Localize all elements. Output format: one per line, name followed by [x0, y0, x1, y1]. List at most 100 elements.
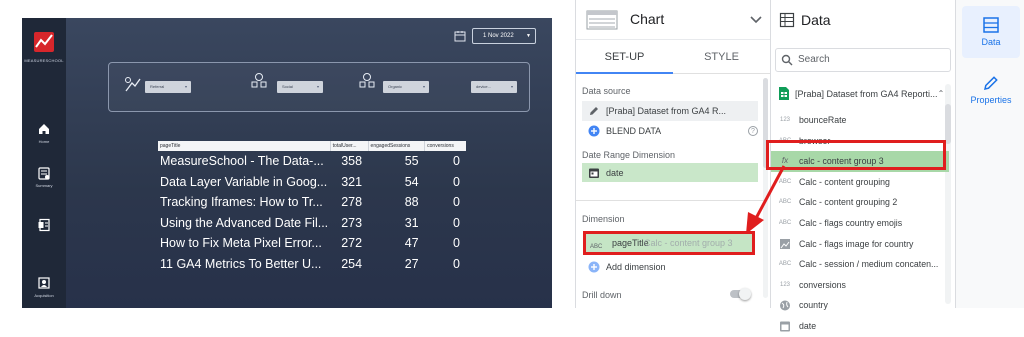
table-chart-icon — [586, 10, 618, 30]
pencil-icon — [984, 76, 998, 90]
data-panel-title: Data — [801, 12, 831, 28]
number-type-icon: 123 — [779, 117, 790, 123]
data-source-expander[interactable]: [Praba] Dataset from GA4 Reporti... ⌃⌄ — [777, 84, 953, 104]
chart-panel-title: Chart — [630, 11, 665, 27]
nav-item-acquisition[interactable]: Acquisition — [22, 276, 66, 298]
column-header[interactable]: totalUser... — [330, 141, 369, 151]
filter-referral[interactable]: Referral ▾ — [145, 81, 191, 93]
cell-conversions: 0 — [453, 154, 460, 169]
tab-setup[interactable]: SET-UP — [576, 40, 673, 74]
nav-label: Home — [38, 139, 50, 144]
chart-setup-panel: Chart SET-UP STYLE Data source [Praba] D… — [575, 0, 771, 308]
field-item[interactable]: date — [771, 316, 949, 337]
blend-data-button[interactable]: BLEND DATA — [582, 121, 758, 141]
cell-total-users: 278 — [341, 195, 363, 210]
cell-total-users: 272 — [341, 236, 363, 251]
drill-down-label: Drill down — [582, 290, 622, 300]
cell-page-title: Tracking Iframes: How to Tr... — [160, 195, 323, 210]
date-range-control[interactable]: 1 Nov 2022 ▼ — [472, 28, 536, 44]
data-table-icon — [983, 17, 999, 33]
dimension-drag-ghost: Calc - content group 3 — [644, 238, 733, 248]
rail-properties-button[interactable]: Properties — [962, 64, 1020, 116]
drill-down-toggle[interactable] — [730, 288, 751, 300]
image-type-icon — [780, 238, 790, 249]
cell-engaged-sessions: 54 — [404, 174, 419, 189]
help-icon[interactable]: ? — [748, 126, 758, 136]
chevron-down-icon: ▾ — [184, 84, 187, 89]
report-nav: MEASURESCHOOL Home Summary Acquisition — [22, 18, 66, 308]
chevron-down-icon[interactable] — [749, 12, 763, 26]
table-row[interactable]: Tracking Iframes: How to Tr... 278 88 0 — [158, 192, 466, 213]
field-item[interactable]: ABC Calc - flags country emojis — [771, 213, 949, 234]
highlight-box — [766, 140, 946, 170]
filter-social[interactable]: Social ▾ — [277, 81, 323, 93]
column-header[interactable]: pageTitle — [158, 141, 331, 151]
column-header[interactable]: conversions — [424, 141, 466, 151]
table-row[interactable]: MeasureSchool - The Data-... 358 55 0 — [158, 151, 466, 172]
rail-data-button[interactable]: Data — [962, 6, 1020, 58]
chart-panel-tabs: SET-UP STYLE — [576, 40, 771, 74]
sheets-icon — [779, 87, 789, 100]
number-type-icon: 123 — [779, 281, 790, 288]
cell-engaged-sessions: 88 — [404, 195, 419, 210]
nav-label: Acquisition — [34, 293, 54, 298]
field-item[interactable]: ABC Calc - content grouping 2 — [771, 192, 949, 213]
field-item[interactable]: ABC Calc - session / medium concaten... — [771, 254, 949, 275]
summary-icon — [38, 167, 50, 180]
cell-engaged-sessions: 31 — [404, 215, 419, 230]
field-item[interactable]: country — [771, 295, 949, 316]
text-type-icon: ABC — [590, 244, 603, 250]
nav-item-home[interactable]: Home — [22, 122, 66, 144]
cell-total-users: 273 — [341, 215, 363, 230]
table-header-row: pageTitle totalUser... engagedSessions c… — [158, 141, 466, 151]
field-item[interactable]: 123 conversions — [771, 275, 949, 296]
text-type-icon: ABC — [778, 261, 792, 268]
cell-engaged-sessions: 55 — [404, 154, 419, 169]
filter-device[interactable]: device... ▾ — [471, 81, 517, 93]
table-row[interactable]: Using the Advanced Date Fil... 273 31 0 — [158, 213, 466, 234]
add-dimension-label: Add dimension — [606, 262, 666, 272]
date-range-dimension-label: Date Range Dimension — [582, 150, 676, 160]
nav-item-summary[interactable]: Summary — [22, 166, 66, 188]
field-item[interactable]: ABC Calc - content grouping — [771, 172, 949, 193]
cell-page-title: How to Fix Meta Pixel Error... — [160, 236, 322, 251]
cell-conversions: 0 — [453, 174, 460, 189]
field-item[interactable]: Calc - flags image for country — [771, 234, 949, 255]
right-rail: Data Properties — [955, 0, 1024, 308]
chart-panel-header[interactable]: Chart — [576, 0, 771, 40]
nav-item-document[interactable] — [22, 218, 66, 232]
chevron-down-icon: ▼ — [526, 33, 531, 39]
add-circle-icon — [588, 261, 600, 273]
social-filter-icon — [251, 73, 267, 88]
document-icon — [38, 218, 50, 232]
blend-data-label: BLEND DATA — [606, 126, 662, 136]
add-circle-icon — [588, 125, 600, 137]
table-row[interactable]: 11 GA4 Metrics To Better U... 254 27 0 — [158, 254, 466, 275]
field-item[interactable]: 123 bounceRate — [771, 110, 949, 131]
add-dimension-button[interactable]: Add dimension — [582, 257, 758, 277]
field-search-input[interactable]: Search — [775, 48, 951, 72]
table-row[interactable]: How to Fix Meta Pixel Error... 272 47 0 — [158, 233, 466, 254]
date-range-dimension-chip[interactable]: date — [582, 163, 758, 182]
calendar-icon — [589, 168, 599, 178]
data-source-name: [Praba] Dataset from GA4 R... — [606, 106, 727, 116]
section-divider — [576, 200, 766, 201]
cell-total-users: 321 — [341, 174, 363, 189]
filter-organic[interactable]: Organic ▾ — [383, 81, 429, 93]
date-dimension-name: date — [606, 167, 624, 178]
cell-conversions: 0 — [453, 236, 460, 251]
data-source-selector[interactable]: [Praba] Dataset from GA4 R... — [582, 101, 758, 121]
chevron-down-icon: ▾ — [510, 84, 513, 89]
cell-page-title: Data Layer Variable in Goog... — [160, 174, 328, 189]
home-icon — [39, 124, 49, 134]
acquisition-icon — [38, 277, 50, 289]
cell-total-users: 358 — [341, 154, 363, 169]
pencil-icon[interactable] — [588, 105, 600, 117]
table-row[interactable]: Data Layer Variable in Goog... 321 54 0 — [158, 172, 466, 193]
dimension-drop-chip[interactable]: ABC pageTitle Calc - content group 3 — [583, 231, 755, 255]
tab-style[interactable]: STYLE — [673, 40, 770, 74]
column-header[interactable]: engagedSessions — [368, 141, 426, 151]
chevron-down-icon: ▾ — [316, 84, 319, 89]
data-source-name: [Praba] Dataset from GA4 Reporti... — [795, 89, 938, 99]
cell-engaged-sessions: 27 — [404, 256, 419, 271]
